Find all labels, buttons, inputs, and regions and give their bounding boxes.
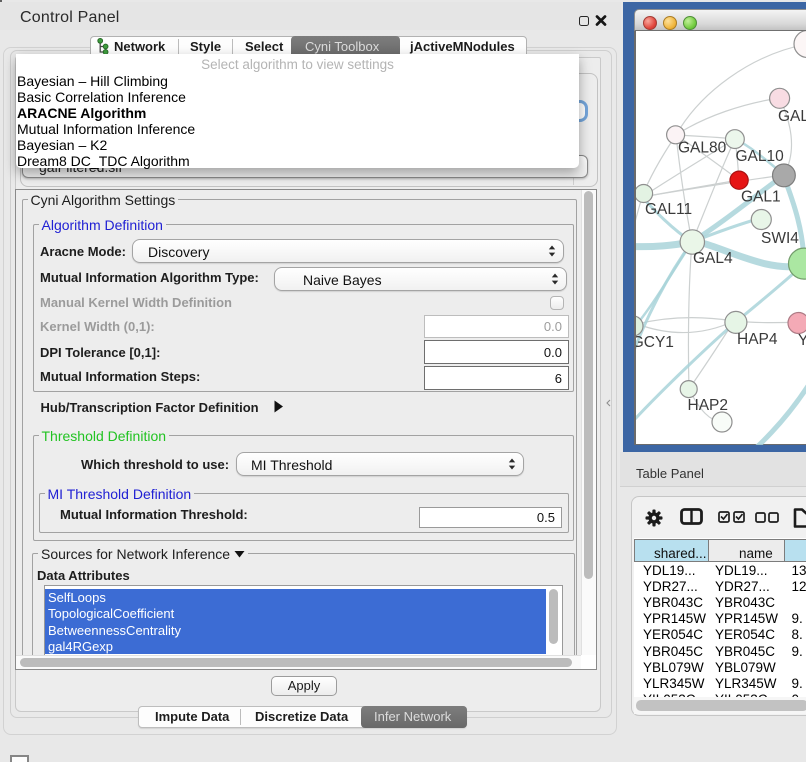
- svg-text:HAP2: HAP2: [688, 397, 729, 414]
- svg-text:HAP4: HAP4: [737, 331, 778, 348]
- svg-text:GAL7: GAL7: [778, 108, 806, 125]
- svg-text:GAL10: GAL10: [736, 148, 785, 165]
- svg-text:GAL1: GAL1: [741, 189, 781, 206]
- svg-text:GAL80: GAL80: [678, 140, 727, 157]
- svg-text:GAL4: GAL4: [693, 250, 733, 267]
- svg-text:Y: Y: [798, 332, 806, 349]
- svg-text:GCY1: GCY1: [636, 334, 674, 351]
- svg-text:GAL11: GAL11: [645, 201, 692, 218]
- svg-text:SWI4: SWI4: [761, 230, 799, 247]
